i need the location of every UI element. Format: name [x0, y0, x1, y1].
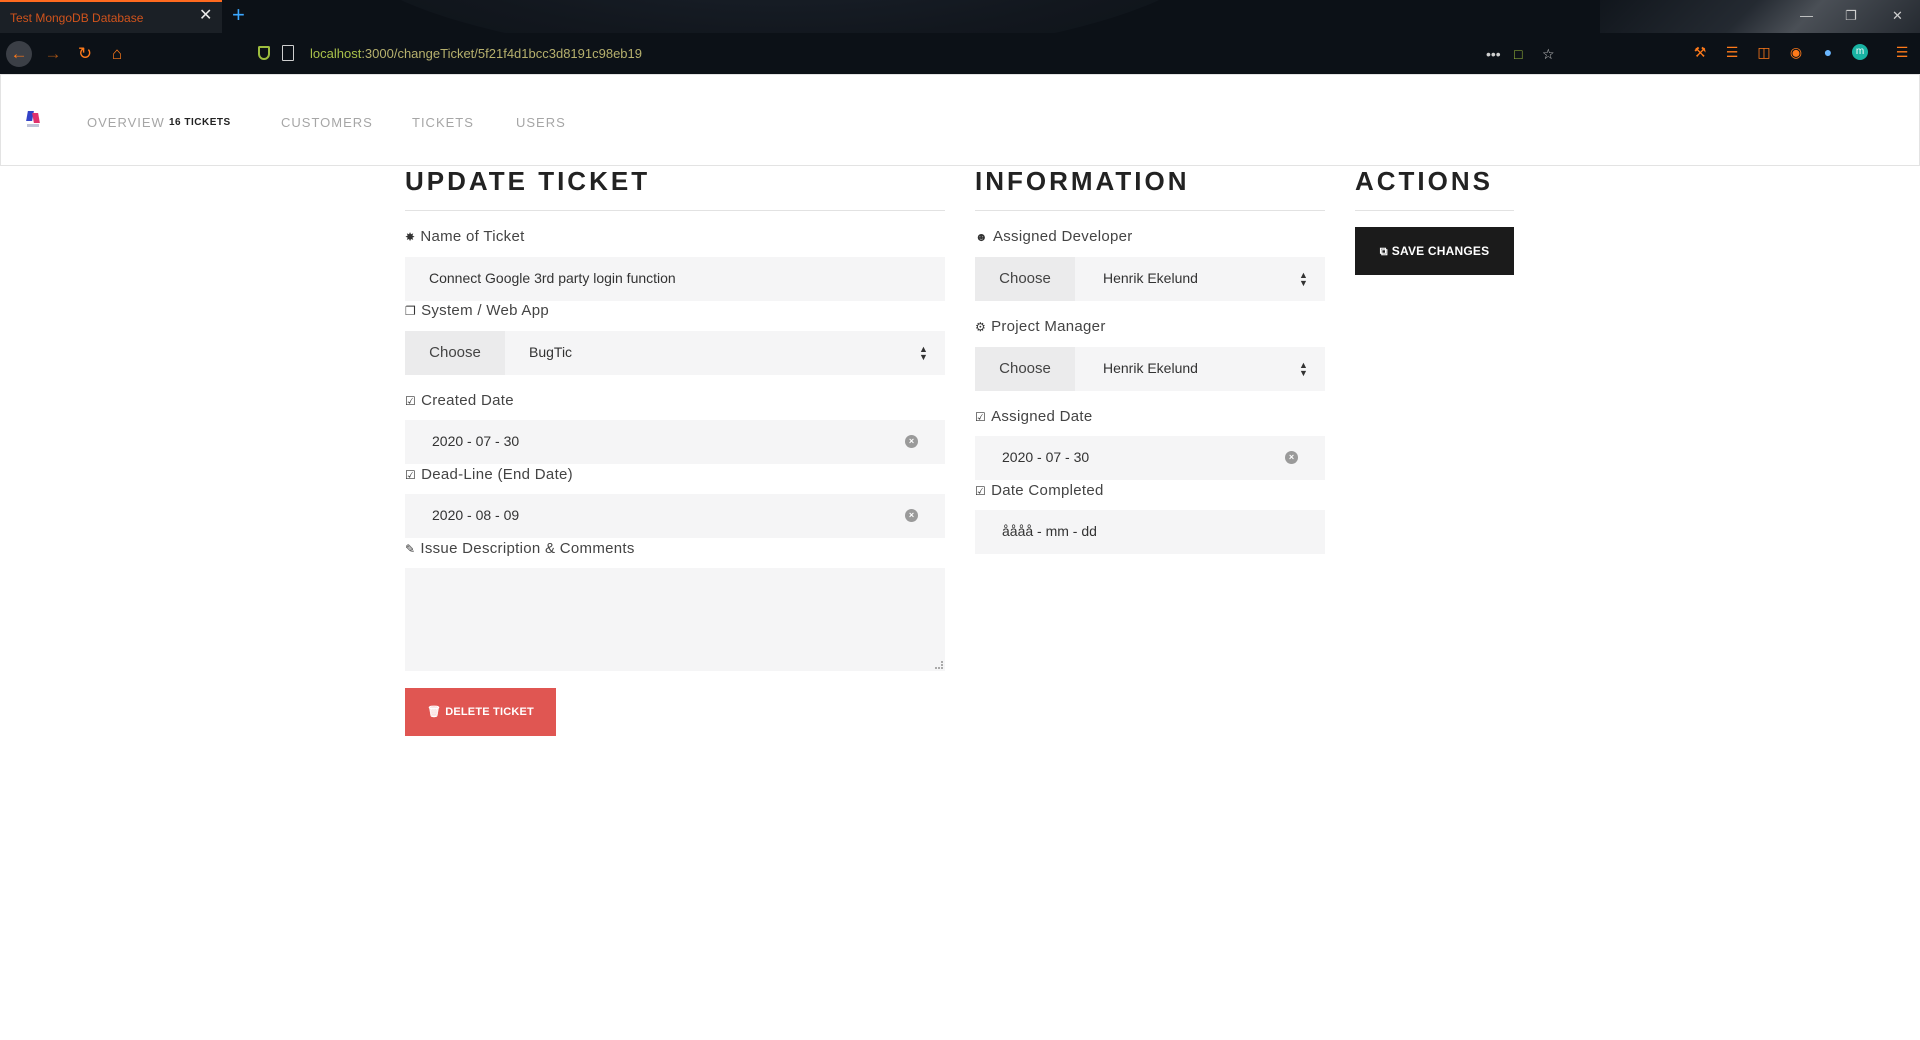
select-arrows-icon: ▲ ▼ [1299, 270, 1308, 288]
deadline-date-value: 2020 - 08 - 09 [432, 507, 520, 523]
completed-date-label: ☑ Date Completed [975, 482, 1104, 499]
nav-overview[interactable]: OVERVIEW [87, 115, 165, 130]
developer-choose-button[interactable]: Choose [975, 257, 1075, 301]
completed-date-input[interactable]: åååå - mm - dd [975, 510, 1325, 554]
sidebar-icon[interactable]: ◫ [1756, 44, 1772, 60]
nav-customers[interactable]: CUSTOMERS [281, 115, 373, 130]
nav-users[interactable]: USERS [516, 115, 566, 130]
calendar-check-icon: ☑ [405, 394, 417, 408]
completed-date-placeholder: åååå - mm - dd [1002, 523, 1097, 539]
page-info-icon[interactable] [282, 45, 294, 61]
deadline-label: ☑ Dead-Line (End Date) [405, 466, 573, 483]
minimize-icon[interactable]: — [1800, 8, 1813, 23]
account-icon[interactable]: ◉ [1788, 44, 1804, 60]
system-selected-value: BugTic [529, 344, 573, 360]
restore-icon[interactable]: ❐ [1845, 8, 1857, 24]
manager-select[interactable]: Choose Henrik Ekelund ▲ ▼ [975, 347, 1325, 391]
url-text[interactable]: localhost:3000/changeTicket/5f21f4d1bcc3… [310, 46, 642, 61]
app-header: OVERVIEW 16 TICKETS CUSTOMERS TICKETS US… [0, 74, 1920, 166]
system-choose-button[interactable]: Choose [405, 331, 505, 375]
resize-handle-icon[interactable] [935, 661, 943, 669]
browser-theme-decoration-right [1600, 0, 1920, 33]
created-date-input[interactable]: 2020 - 07 - 30 × [405, 420, 945, 464]
ticket-name-label: ✸ Name of Ticket [405, 228, 525, 245]
clear-date-icon[interactable]: × [905, 509, 918, 522]
manager-selected-value: Henrik Ekelund [1103, 360, 1198, 376]
description-textarea[interactable] [405, 568, 945, 671]
update-ticket-title: UPDATE TICKET [405, 166, 651, 196]
description-label: ✎ Issue Description & Comments [405, 540, 635, 557]
information-title: INFORMATION [975, 166, 1190, 196]
tab-close-icon[interactable]: ✕ [199, 8, 212, 24]
browser-tab-title: Test MongoDB Database [10, 11, 144, 25]
ticket-name-input[interactable]: Connect Google 3rd party login function [405, 257, 945, 301]
edit-icon: ✎ [405, 542, 416, 556]
manager-label: ⚙ Project Manager [975, 318, 1106, 335]
nav-tickets[interactable]: TICKETS [412, 115, 474, 130]
back-arrow-icon[interactable]: ← [6, 41, 32, 67]
users-cog-icon: ⚙ [975, 320, 987, 334]
select-arrows-icon: ▲ ▼ [1299, 360, 1308, 378]
deadline-date-input[interactable]: 2020 - 08 - 09 × [405, 494, 945, 538]
created-date-label: ☑ Created Date [405, 392, 514, 409]
calendar-check-icon: ☑ [975, 484, 987, 498]
url-path: :3000/changeTicket/5f21f4d1bcc3d8191c98e… [361, 46, 642, 61]
page-actions-icon[interactable]: ••• [1486, 46, 1501, 62]
developer-select[interactable]: Choose Henrik Ekelund ▲ ▼ [975, 257, 1325, 301]
developer-tools-wrench-icon[interactable]: ⚒ [1692, 44, 1708, 60]
new-tab-icon[interactable]: + [232, 3, 245, 27]
ticket-name-value: Connect Google 3rd party login function [429, 270, 676, 286]
update-ticket-divider [405, 210, 945, 211]
hamburger-menu-icon[interactable]: ☰ [1894, 44, 1910, 60]
bug-icon: ✸ [405, 230, 416, 244]
browser-tab-bar: Test MongoDB Database ✕ + — ❐ ✕ [0, 0, 1920, 33]
information-divider [975, 210, 1325, 211]
extension-icon[interactable]: ● [1820, 44, 1836, 60]
share-square-icon: ⧉ [1379, 246, 1388, 258]
system-label: ❐ System / Web App [405, 302, 549, 319]
home-icon[interactable]: ⌂ [104, 41, 130, 67]
assigned-date-input[interactable]: 2020 - 07 - 30 × [975, 436, 1325, 480]
browser-theme-decoration [330, 0, 1230, 33]
manager-choose-button[interactable]: Choose [975, 347, 1075, 391]
user-icon: ☻ [975, 230, 988, 244]
created-date-value: 2020 - 07 - 30 [432, 433, 520, 449]
reload-icon[interactable]: ↻ [72, 41, 98, 67]
delete-ticket-button[interactable]: 🗑 DELETE TICKET [405, 688, 556, 736]
extension-m-icon[interactable]: m [1852, 44, 1868, 60]
save-changes-button[interactable]: ⧉ SAVE CHANGES [1355, 227, 1514, 275]
developer-label: ☻ Assigned Developer [975, 228, 1133, 245]
assigned-date-value: 2020 - 07 - 30 [1002, 449, 1090, 465]
developer-selected-value: Henrik Ekelund [1103, 270, 1198, 286]
browser-nav-bar: ← → ↻ ⌂ localhost:3000/changeTicket/5f21… [0, 33, 1920, 74]
browser-tab-active[interactable]: Test MongoDB Database ✕ [0, 0, 222, 33]
window-icon: ❐ [405, 304, 417, 318]
forward-arrow-icon[interactable]: → [40, 41, 66, 67]
assigned-date-label: ☑ Assigned Date [975, 408, 1093, 425]
pocket-icon[interactable]: □ [1514, 46, 1522, 62]
actions-divider [1355, 210, 1514, 211]
calendar-check-icon: ☑ [405, 468, 417, 482]
system-select[interactable]: Choose BugTic ▲ ▼ [405, 331, 945, 375]
library-icon[interactable]: ☰ [1724, 44, 1740, 60]
address-bar[interactable]: localhost:3000/changeTicket/5f21f4d1bcc3… [250, 39, 1555, 69]
actions-title: ACTIONS [1355, 166, 1493, 196]
ticket-count-badge: 16 TICKETS [169, 117, 231, 128]
bookmark-star-icon[interactable]: ☆ [1542, 46, 1555, 63]
app-logo[interactable] [25, 111, 41, 131]
clear-date-icon[interactable]: × [1285, 451, 1298, 464]
tracking-shield-icon[interactable] [258, 46, 270, 60]
calendar-check-icon: ☑ [975, 410, 987, 424]
url-host: localhost [310, 46, 362, 61]
clear-date-icon[interactable]: × [905, 435, 918, 448]
trash-icon: 🗑 [427, 706, 442, 718]
window-close-icon[interactable]: ✕ [1892, 8, 1903, 24]
select-arrows-icon: ▲ ▼ [919, 344, 928, 362]
